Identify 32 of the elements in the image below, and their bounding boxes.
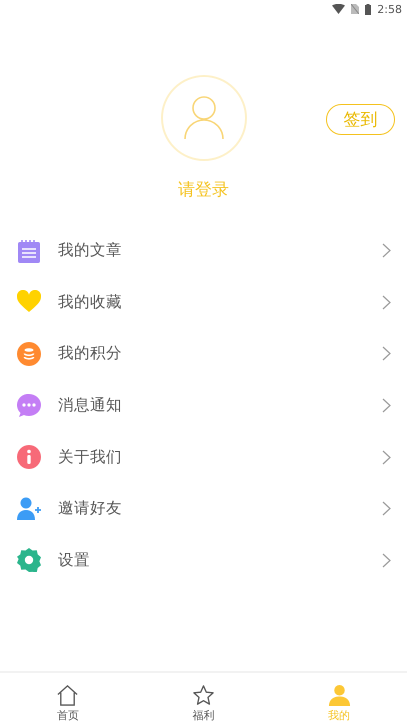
settings-icon (17, 548, 41, 572)
menu-item[interactable]: 设置 (58, 550, 382, 571)
clock-time: 2:58 (377, 2, 402, 16)
chat-icon (17, 394, 41, 418)
star-icon (192, 684, 215, 707)
chevron-icon (382, 243, 391, 258)
no-sim-icon (351, 4, 360, 14)
user-icon (328, 684, 351, 707)
chevron-icon (382, 398, 391, 414)
menu-item[interactable]: 邀请好友 (58, 498, 382, 520)
chevron-icon (382, 552, 391, 568)
menu-item[interactable]: 消息通知 (58, 395, 382, 416)
battery-icon (365, 4, 372, 14)
chevron-icon (382, 501, 391, 516)
wifi-icon (332, 4, 346, 14)
menu-item[interactable]: 我的文章 (58, 240, 382, 262)
chevron-icon (382, 294, 391, 310)
info-icon (17, 445, 41, 470)
menu-item[interactable]: 我的收藏 (58, 292, 382, 313)
add-user-icon (17, 496, 41, 521)
menu-item[interactable]: 我的积分 (58, 343, 382, 364)
heart-icon (17, 290, 41, 314)
tab[interactable]: 福利 (136, 673, 272, 723)
chevron-icon (382, 346, 391, 362)
coins-icon (17, 342, 41, 366)
menu-item[interactable]: 关于我们 (58, 446, 382, 468)
tab[interactable]: 首页 (0, 673, 136, 723)
chevron-icon (382, 450, 391, 465)
avatar[interactable] (160, 75, 246, 161)
home-icon (56, 684, 80, 707)
notepad-icon (17, 238, 41, 263)
user-icon (184, 96, 224, 140)
